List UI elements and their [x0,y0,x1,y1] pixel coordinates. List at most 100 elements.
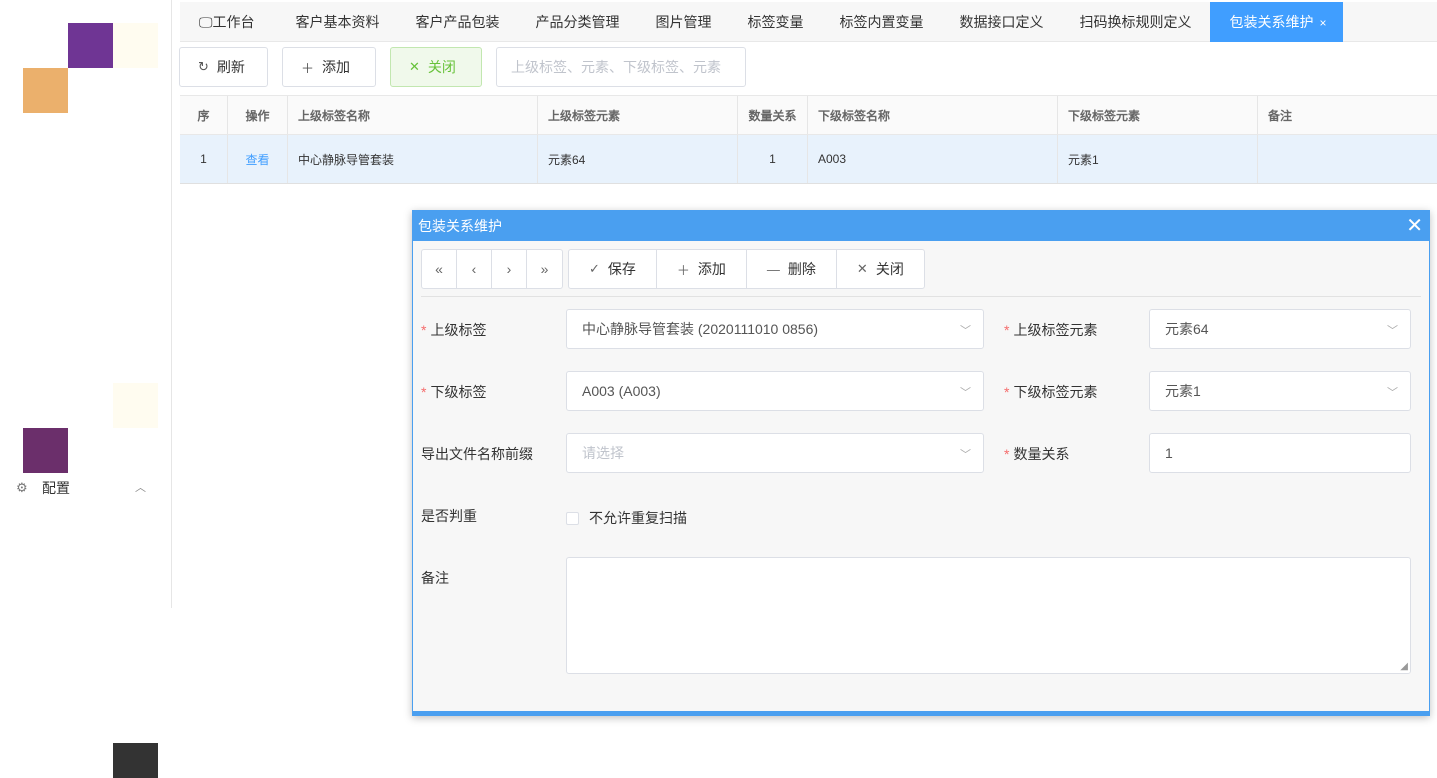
cell-child-element: 元素1 [1058,135,1258,183]
save-label: 保存 [607,261,636,277]
dup-label: 是否判重 [421,508,477,524]
sidebar-logo-block-orange [23,68,68,113]
search-placeholder: 上级标签、元素、下级标签、元素 [511,59,721,75]
child-element-select[interactable]: 元素1 ﹀ [1149,371,1411,411]
tab-data-interface[interactable]: 数据接口定义 [942,2,1062,42]
cell-child-name: A003 [808,135,1058,183]
dialog-close-button[interactable]: ✕ 关闭 [837,250,924,288]
qty-input[interactable]: 1 [1149,433,1411,473]
prefix-label: 导出文件名称前缀 [421,446,533,462]
divider [421,296,1421,297]
column-header-parent-element: 上级标签元素 [538,96,738,134]
prefix-select[interactable]: 请选择 ﹀ [566,433,984,473]
close-button[interactable]: ✕ 关闭 [390,47,482,87]
tab-label: 客户基本资料 [295,14,380,30]
required-mark: * [421,384,427,400]
dialog-add-button[interactable]: ＋ 添加 [657,250,747,288]
remark-textarea[interactable]: ◢ [566,557,1411,674]
monitor-icon: 🖵 [199,14,213,30]
tab-label: 包装关系维护 [1229,14,1314,30]
plus-icon: ＋ [676,262,690,278]
table-row[interactable]: 1 查看 中心静脉导管套装 元素64 1 A003 元素1 [180,135,1437,184]
cell-parent-element: 元素64 [538,135,738,183]
resize-handle-icon[interactable]: ◢ [1400,661,1408,672]
tab-label: 标签内置变量 [839,14,924,30]
parent-tag-select[interactable]: 中心静脉导管套装 (2020111010 0856) ﹀ [566,309,984,349]
qty-value: 1 [1165,445,1173,461]
plus-icon: ＋ [301,60,315,76]
required-mark: * [421,322,427,338]
column-header-seq: 序 [180,96,228,134]
view-link[interactable]: 查看 [228,135,288,183]
cell-parent-name: 中心静脉导管套装 [288,135,538,183]
tab-label: 图片管理 [655,14,712,30]
column-header-remark: 备注 [1268,108,1293,123]
sidebar-item-label: 配置 [42,480,70,496]
add-label: 添加 [322,59,351,75]
refresh-button[interactable]: ↻ 刷新 [179,47,268,87]
add-button[interactable]: ＋ 添加 [282,47,376,87]
dialog-toolbar: « ‹ › » ✓ 保存 ＋ 添加 — 删除 ✕ 关闭 [421,249,925,289]
list-toolbar: ↻ 刷新 ＋ 添加 ✕ 关闭 上级标签、元素、下级标签、元素 [179,47,746,87]
sidebar-deco-block-dark [113,743,158,778]
last-record-icon[interactable]: » [527,250,562,288]
parent-element-label-text: 上级标签元素 [1013,322,1098,338]
chevron-down-icon: ﹀ [960,449,971,461]
child-tag-label-text: 下级标签 [430,384,487,400]
parent-tag-value: 中心静脉导管套装 (2020111010 0856) [582,321,819,337]
delete-button[interactable]: — 删除 [747,250,837,288]
record-navigator: « ‹ › » [421,249,563,289]
child-element-value: 元素1 [1165,383,1201,399]
tab-packaging-relation[interactable]: 包装关系维护 × [1209,2,1343,42]
close-icon[interactable]: ✕ [1406,214,1423,238]
packaging-relation-dialog: 包装关系维护 ✕ « ‹ › » ✓ 保存 ＋添加 — 删除 ✕ 关闭 * 上级标签 中… [412,210,1430,716]
parent-element-label: * 上级标签元素 [1004,320,1097,340]
refresh-icon: ↻ [198,59,209,74]
tab-workbench[interactable]: 🖵工作台 [180,2,278,42]
column-header-qty: 数量关系 [738,96,808,134]
tab-image-management[interactable]: 图片管理 [638,2,730,42]
tab-customer-packaging[interactable]: 客户产品包装 [398,2,518,42]
table-header: 序 操作 上级标签名称 上级标签元素 数量关系 下级标签名称 下级标签元素 备注 [180,95,1437,135]
checkbox-box[interactable] [566,511,579,525]
chevron-up-icon: ︿ [135,482,146,494]
first-record-icon[interactable]: « [422,250,457,288]
save-button[interactable]: ✓ 保存 [569,250,657,288]
sidebar-logo-block-cream [113,23,158,68]
tab-product-category[interactable]: 产品分类管理 [518,2,638,42]
parent-tag-label: * 上级标签 [421,320,486,340]
sidebar-item-config[interactable]: ⚙ 配置 ︿ [16,477,156,499]
prev-record-icon[interactable]: ‹ [457,250,492,288]
no-duplicate-scan-checkbox[interactable]: 不允许重复扫描 [566,508,687,528]
column-header-child-element: 下级标签元素 [1058,96,1258,134]
search-input[interactable]: 上级标签、元素、下级标签、元素 [496,47,746,87]
close-icon: ✕ [856,261,868,276]
tab-customer-info[interactable]: 客户基本资料 [278,2,398,42]
parent-element-select[interactable]: 元素64 ﹀ [1149,309,1411,349]
required-mark: * [1004,446,1010,462]
tab-label: 工作台 [212,14,255,30]
tab-label: 数据接口定义 [959,14,1044,30]
column-header-action: 操作 [228,96,288,134]
dialog-bottom-border [413,711,1429,715]
tab-label: 扫码换标规则定义 [1079,14,1192,30]
tab-scan-relabel-rules[interactable]: 扫码换标规则定义 [1062,2,1210,42]
child-tag-label: * 下级标签 [421,382,486,402]
sidebar-deco-block-purple [23,428,68,473]
close-icon[interactable]: × [1320,16,1327,30]
remark-label: 备注 [421,570,449,586]
tab-label: 标签变量 [747,14,804,30]
close-label: 关闭 [875,261,904,277]
check-icon: ✓ [589,261,600,276]
relation-table: 序 操作 上级标签名称 上级标签元素 数量关系 下级标签名称 下级标签元素 备注… [180,95,1437,184]
child-tag-select[interactable]: A003 (A003) ﹀ [566,371,984,411]
child-tag-value: A003 (A003) [582,383,661,399]
chevron-down-icon: ﹀ [960,325,971,337]
next-record-icon[interactable]: › [492,250,527,288]
cell-qty: 1 [738,135,808,183]
tab-label-variables[interactable]: 标签变量 [730,2,822,42]
cell-remark [1258,135,1437,183]
tab-label: 产品分类管理 [535,14,620,30]
tab-builtin-variables[interactable]: 标签内置变量 [822,2,942,42]
dialog-actions: ✓ 保存 ＋ 添加 — 删除 ✕ 关闭 [568,249,925,289]
